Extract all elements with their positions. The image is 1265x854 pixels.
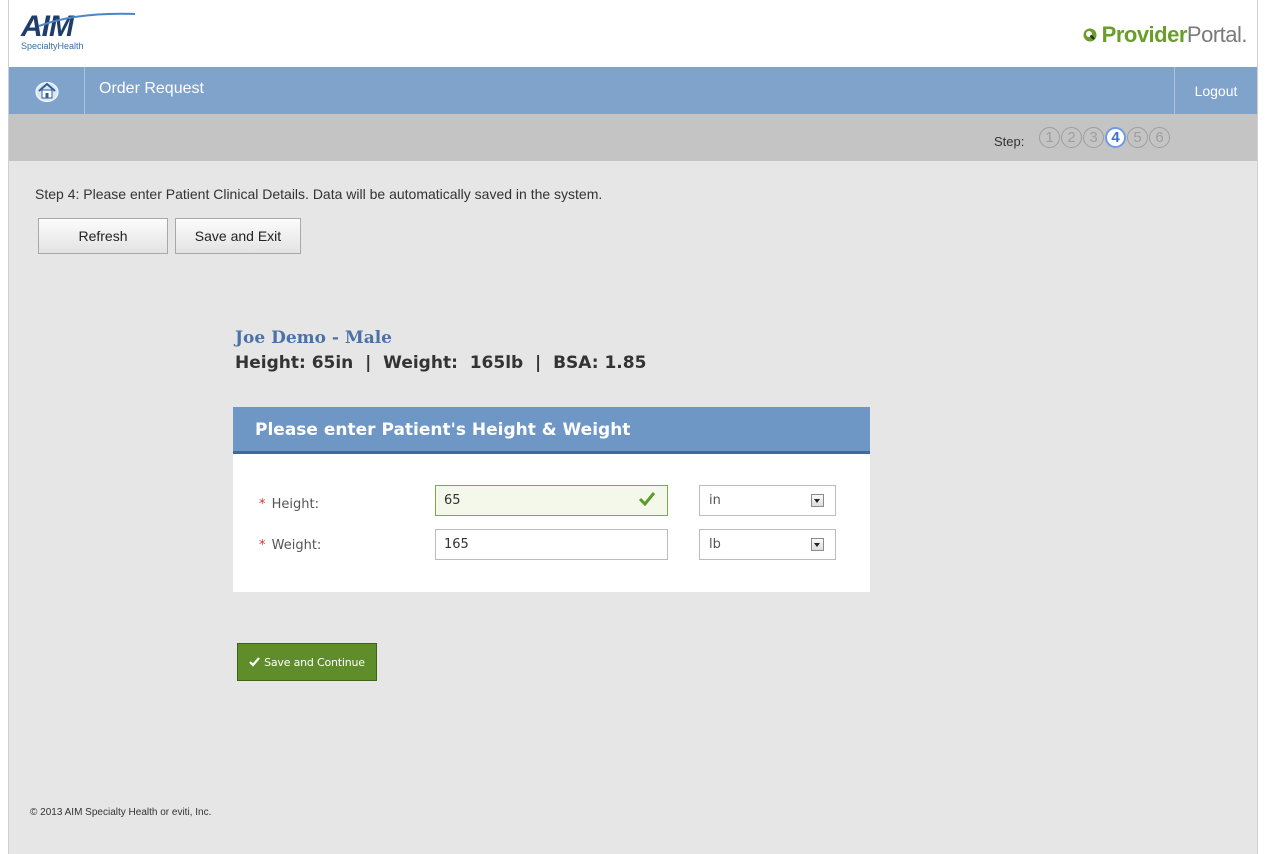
step-1: 1 xyxy=(1039,127,1060,148)
portal-name-provider: Provider xyxy=(1101,22,1188,47)
step-2: 2 xyxy=(1061,127,1082,148)
height-unit-value: in xyxy=(709,493,721,508)
weight-label-text: Weight: xyxy=(271,538,322,553)
app-window: AIM SpecialtyHealth Provider Portal. Ord… xyxy=(8,0,1258,854)
height-value: 65 xyxy=(444,493,461,508)
save-and-exit-button[interactable]: Save and Exit xyxy=(175,218,301,254)
height-label-text: Height: xyxy=(271,497,319,512)
logo-subtext: SpecialtyHealth xyxy=(21,41,84,51)
patient-metrics: Height: 65in | Weight: 165lb | BSA: 1.85 xyxy=(235,353,647,373)
magnifier-logo-icon xyxy=(1083,28,1097,42)
portal-name-portal: Portal. xyxy=(1186,22,1248,47)
weight-input[interactable]: 165 xyxy=(435,529,668,560)
weight-unit-select[interactable]: lb xyxy=(699,529,836,560)
patient-name: Joe Demo - Male xyxy=(235,328,393,348)
required-marker: * xyxy=(259,538,266,553)
weight-unit-value: lb xyxy=(709,537,721,552)
height-label: * Height: xyxy=(259,497,319,512)
step-label: Step: xyxy=(994,134,1025,149)
refresh-button[interactable]: Refresh xyxy=(38,218,168,254)
card-title: Please enter Patient's Height & Weight xyxy=(233,407,870,454)
logout-link[interactable]: Logout xyxy=(1174,67,1257,114)
chevron-down-icon[interactable] xyxy=(811,494,824,507)
step-6: 6 xyxy=(1149,127,1170,148)
required-marker: * xyxy=(259,497,266,512)
save-and-continue-label: Save and Continue xyxy=(264,655,365,669)
height-input[interactable]: 65 xyxy=(435,485,668,516)
home-icon xyxy=(35,81,58,102)
check-icon xyxy=(249,657,260,667)
weight-label: * Weight: xyxy=(259,538,321,553)
step-5: 5 xyxy=(1127,127,1148,148)
aim-logo[interactable]: AIM SpecialtyHealth xyxy=(17,8,137,58)
logo-swoosh-icon xyxy=(38,12,136,27)
weight-value: 165 xyxy=(444,537,469,552)
brand-bar: AIM SpecialtyHealth Provider Portal. xyxy=(9,0,1257,67)
provider-portal-logo: Provider Portal. xyxy=(1082,22,1248,48)
save-and-continue-button[interactable]: Save and Continue xyxy=(237,643,377,681)
step-4-current: 4 xyxy=(1105,127,1126,148)
footer-copyright: © 2013 AIM Specialty Health or eviti, In… xyxy=(30,807,212,818)
height-weight-card: Please enter Patient's Height & Weight *… xyxy=(233,407,870,592)
home-button[interactable] xyxy=(9,67,85,114)
step-indicator: 1 2 3 4 5 6 xyxy=(1039,127,1171,148)
height-unit-select[interactable]: in xyxy=(699,485,836,516)
instruction-text: Step 4: Please enter Patient Clinical De… xyxy=(35,186,603,202)
page-title: Order Request xyxy=(99,80,204,97)
check-icon xyxy=(639,492,655,506)
step-3: 3 xyxy=(1083,127,1104,148)
nav-bar: Order Request Logout xyxy=(9,67,1257,114)
chevron-down-icon[interactable] xyxy=(811,538,824,551)
step-bar: Step: 1 2 3 4 5 6 xyxy=(9,114,1257,161)
